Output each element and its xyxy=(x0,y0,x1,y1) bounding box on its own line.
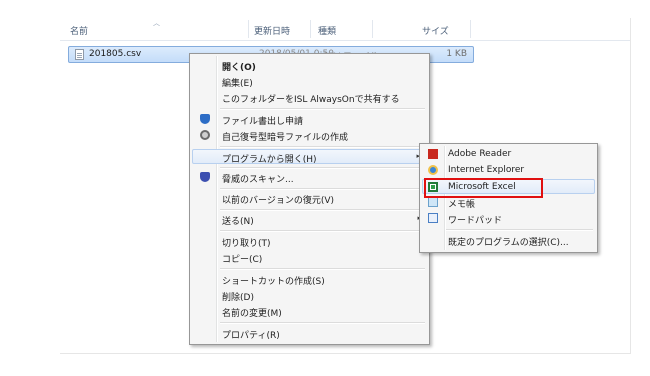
menu-separator xyxy=(220,268,425,270)
column-modified[interactable]: 更新日時 xyxy=(254,24,290,37)
adobe-reader-icon xyxy=(428,149,438,159)
menu-separator xyxy=(220,108,425,110)
submenu-item-wordpad[interactable]: ワードパッド xyxy=(422,211,595,226)
menu-item-edit[interactable]: 編集(E) xyxy=(192,74,427,89)
menu-item-create-self-decrypt[interactable]: 自己復号型暗号ファイルの作成 xyxy=(192,128,427,143)
sort-ascending-icon: ︿ xyxy=(153,19,160,27)
wordpad-icon xyxy=(428,213,438,223)
menu-item-properties[interactable]: プロパティ(R) xyxy=(192,326,427,341)
column-divider[interactable] xyxy=(248,20,249,38)
submenu-item-internet-explorer[interactable]: Internet Explorer xyxy=(422,163,595,178)
menu-separator xyxy=(220,230,425,232)
file-size: 1 KB xyxy=(446,49,467,59)
column-divider[interactable] xyxy=(470,20,471,38)
submenu-item-choose-default[interactable]: 既定のプログラムの選択(C)... xyxy=(422,233,595,248)
file-name: 201805.csv xyxy=(89,49,142,59)
notepad-icon xyxy=(428,197,438,207)
submenu-item-adobe-reader[interactable]: Adobe Reader xyxy=(422,147,595,162)
column-size[interactable]: サイズ xyxy=(422,24,449,37)
column-name[interactable]: 名前 xyxy=(70,24,88,37)
gear-icon xyxy=(200,130,210,140)
menu-item-delete[interactable]: 削除(D) xyxy=(192,288,427,303)
defender-shield-icon xyxy=(200,172,210,182)
menu-item-restore-previous[interactable]: 以前のバージョンの復元(V) xyxy=(192,191,427,206)
menu-item-send-to[interactable]: 送る(N) ▸ xyxy=(192,212,427,227)
excel-highlight-annotation xyxy=(424,178,543,198)
menu-item-open-with[interactable]: プログラムから開く(H) ▸ xyxy=(192,149,427,165)
column-type[interactable]: 種類 xyxy=(318,24,336,37)
menu-item-cut[interactable]: 切り取り(T) xyxy=(192,234,427,249)
menu-separator xyxy=(446,229,593,231)
menu-item-file-export-request[interactable]: ファイル書出し申請 xyxy=(192,112,427,127)
csv-file-icon xyxy=(75,49,84,60)
menu-separator xyxy=(220,188,425,190)
menu-separator xyxy=(220,322,425,324)
column-divider[interactable] xyxy=(310,20,311,38)
column-divider[interactable] xyxy=(372,20,373,38)
menu-separator xyxy=(220,209,425,211)
column-header-row: ︿ 名前 更新日時 種類 サイズ xyxy=(60,18,630,41)
shield-icon xyxy=(200,114,210,124)
menu-item-share-isl[interactable]: このフォルダーをISL AlwaysOnで共有する xyxy=(192,90,427,105)
menu-separator xyxy=(220,167,425,169)
menu-item-scan[interactable]: 脅威のスキャン... xyxy=(192,170,427,185)
menu-item-create-shortcut[interactable]: ショートカットの作成(S) xyxy=(192,272,427,287)
menu-item-copy[interactable]: コピー(C) xyxy=(192,250,427,265)
open-with-submenu: Adobe Reader Internet Explorer Microsoft… xyxy=(419,143,598,253)
context-menu: 開く(O) 編集(E) このフォルダーをISL AlwaysOnで共有する ファ… xyxy=(189,53,430,345)
menu-separator xyxy=(220,146,425,148)
internet-explorer-icon xyxy=(428,165,438,175)
menu-item-rename[interactable]: 名前の変更(M) xyxy=(192,304,427,319)
menu-item-open[interactable]: 開く(O) xyxy=(192,58,427,73)
